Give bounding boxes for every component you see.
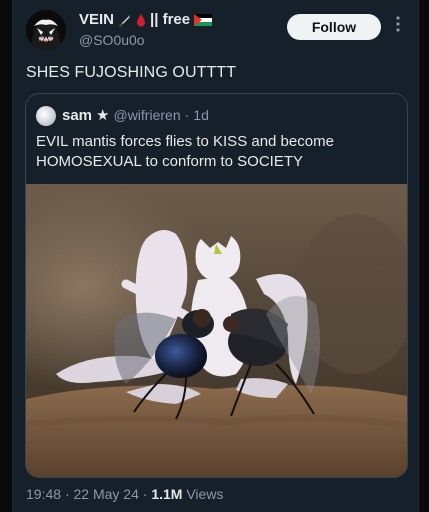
tweet-date[interactable]: 22 May 24 (74, 486, 139, 502)
tweet-text: SHES FUJOSHING OUTTTT (26, 64, 237, 81)
display-name[interactable]: VEIN (79, 11, 114, 28)
blood-drop-icon (137, 13, 146, 26)
follow-button[interactable]: Follow (287, 14, 381, 40)
quote-image[interactable] (26, 184, 407, 477)
quote-handle[interactable]: @wifrieren (113, 107, 180, 123)
quote-separator: · (184, 107, 190, 123)
meta-dot: · (142, 486, 148, 502)
avatar[interactable] (26, 10, 66, 50)
star-icon: ★ (96, 107, 110, 124)
user-handle[interactable]: @SO0u0o (79, 32, 145, 48)
mantis-fly-photo (26, 184, 407, 477)
quoted-tweet[interactable]: sam ★ @wifrieren · 1d EVIL mantis forces… (25, 93, 408, 478)
name-suffix: || free (150, 11, 191, 28)
globe-avatar[interactable] (36, 106, 56, 126)
quote-display-name[interactable]: sam (62, 107, 92, 124)
knife-icon (118, 14, 131, 27)
meta-dot: · (64, 486, 70, 502)
quote-age[interactable]: 1d (193, 107, 209, 123)
tweet-meta: 19:48 · 22 May 24 · 1.1M Views (26, 486, 223, 502)
tweet-time[interactable]: 19:48 (26, 486, 61, 502)
more-icon[interactable] (393, 16, 403, 36)
quote-text: EVIL mantis forces flies to KISS and bec… (36, 133, 334, 170)
views-count: 1.1M (151, 486, 183, 502)
views-label: Views (186, 486, 224, 502)
palestine-flag-icon (194, 13, 213, 26)
tweet-card: VEIN || free @SO0u0o Follow SHES FUJOSHI… (12, 0, 419, 512)
quote-name-row: sam ★ @wifrieren · 1d (62, 106, 209, 125)
venom-avatar (26, 10, 66, 50)
display-name-row[interactable]: VEIN || free (79, 11, 213, 28)
